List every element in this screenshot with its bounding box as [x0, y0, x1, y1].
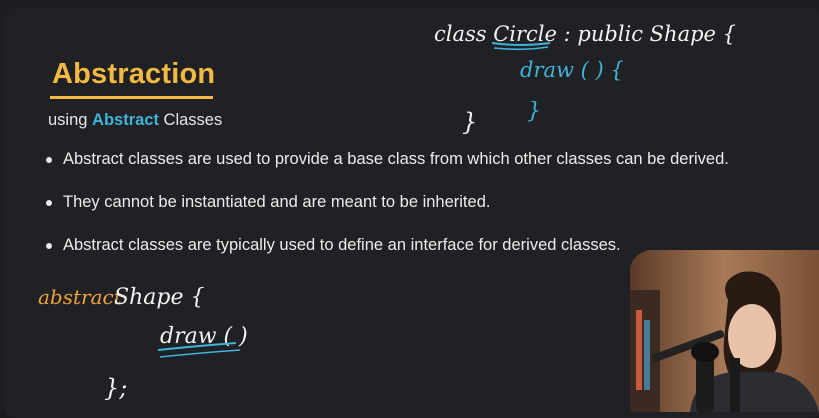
annotation-inner-brace: } — [527, 99, 541, 124]
annotation-shape-class: Shape { — [114, 285, 204, 310]
annotation-class-circle: class Circle : public Shape { — [434, 22, 736, 46]
annotation-underline-draw-2 — [159, 349, 241, 358]
annotation-draw-method: draw ( ) { — [520, 58, 624, 82]
annotation-abstract-keyword: abstract — [38, 285, 123, 309]
annotation-outer-brace: } — [462, 108, 477, 136]
presenter-video-icon — [630, 250, 819, 412]
annotation-underline-circle-2 — [493, 46, 549, 51]
presentation-slide: Abstraction using Abstract Classes Abstr… — [0, 0, 819, 418]
presenter-webcam — [630, 250, 819, 412]
annotation-closing-brace: }; — [104, 374, 127, 402]
